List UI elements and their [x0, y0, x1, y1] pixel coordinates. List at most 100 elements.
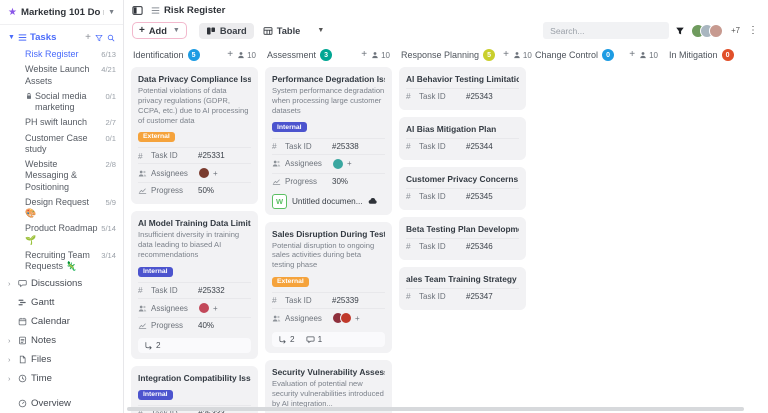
add-assignee-icon[interactable]: +	[213, 169, 218, 178]
sidebar-nav-item[interactable]: Calendar	[0, 312, 123, 331]
app-window: ★ Marketing 101 Do not delete ▼ ▼ Tasks …	[0, 0, 768, 413]
subtasks-indicator[interactable]: 2	[144, 341, 161, 350]
hash-icon: #	[406, 292, 419, 300]
task-card[interactable]: AI Bias Mitigation Plan # Task ID #25344	[399, 117, 526, 160]
task-card[interactable]: Beta Testing Plan Developmen # Task ID #…	[399, 217, 526, 260]
progress-chart-icon	[272, 177, 285, 186]
field-row-task-id: # Task ID #25339	[272, 292, 385, 308]
task-card[interactable]: ales Team Training Strategy # Task ID #2…	[399, 267, 526, 310]
more-options-icon[interactable]: ⋮	[746, 25, 760, 36]
task-card[interactable]: AI Model Training Data Limitations Insuf…	[131, 211, 258, 359]
add-task-list-icon[interactable]: +	[85, 33, 91, 43]
search-input[interactable]	[543, 22, 669, 39]
document-icon: W	[272, 194, 287, 209]
field-label: Task ID	[419, 292, 466, 301]
task-list-label: Design Request 🎨	[25, 197, 102, 220]
sidebar-toggle-icon[interactable]	[132, 5, 143, 16]
project-switcher[interactable]: ★ Marketing 101 Do not delete ▼	[0, 0, 123, 25]
card-description: System performance degradation when proc…	[272, 86, 385, 116]
column-members[interactable]: 10	[639, 51, 658, 60]
subtask-branch-icon	[144, 341, 153, 350]
member-avatars[interactable]	[691, 24, 723, 38]
sidebar-nav-item[interactable]: › Discussions	[0, 274, 123, 293]
views-more-chevron[interactable]: ▼	[313, 25, 328, 36]
people-icon	[138, 304, 151, 313]
field-row-assignees: Assignees +	[138, 298, 251, 317]
add-assignee-icon[interactable]: +	[355, 314, 360, 323]
add-card-icon[interactable]: +	[503, 50, 509, 60]
sidebar-task-list-item[interactable]: Social media marketing 0/1	[0, 89, 123, 116]
assignee-avatar[interactable]	[340, 312, 352, 324]
assignee-avatars[interactable]: +	[332, 158, 352, 170]
sidebar-nav-item[interactable]: › Files	[0, 350, 123, 369]
task-card[interactable]: Data Privacy Compliance Issues Potential…	[131, 67, 258, 204]
chevron-down-icon: ▼	[108, 9, 115, 16]
search-icon[interactable]	[107, 34, 115, 42]
assignee-avatar[interactable]	[198, 167, 210, 179]
sidebar-task-list-item[interactable]: Risk Register 6/13	[0, 47, 123, 62]
column-header: Response Planning 5 + 10	[399, 46, 526, 67]
assignee-avatars[interactable]: +	[332, 312, 360, 324]
assignee-avatar[interactable]	[198, 302, 210, 314]
add-card-icon[interactable]: +	[227, 50, 233, 60]
sidebar-nav-item[interactable]: Gantt	[0, 293, 123, 312]
sidebar-task-list-item[interactable]: Product Roadmap 🌱 5/14	[0, 221, 123, 248]
assignee-avatars[interactable]: +	[198, 167, 218, 179]
filter-icon[interactable]	[95, 34, 103, 42]
view-tab-label: Board	[220, 26, 247, 36]
task-list-label: Website Launch Assets	[25, 64, 98, 87]
horizontal-scrollbar[interactable]	[127, 407, 744, 411]
column-members[interactable]: 10	[237, 51, 256, 60]
add-assignee-icon[interactable]: +	[347, 159, 352, 168]
add-card-icon[interactable]: +	[629, 50, 635, 60]
task-list-label: Website Messaging & Positioning	[25, 159, 102, 193]
person-icon	[639, 51, 647, 59]
add-button[interactable]: + Add ▼	[132, 22, 187, 39]
sidebar-section-tasks[interactable]: ▼ Tasks +	[0, 25, 123, 47]
task-id-value: #25339	[332, 296, 359, 305]
sidebar-nav-item[interactable]: Overview	[0, 394, 123, 413]
filter-icon[interactable]	[675, 26, 685, 36]
field-label: Task ID	[419, 242, 466, 251]
attachment-name: Untitled documen...	[292, 197, 363, 206]
sidebar-nav-item[interactable]: › Time	[0, 369, 123, 388]
sidebar-task-list-item[interactable]: Design Request 🎨 5/9	[0, 195, 123, 222]
breadcrumb[interactable]: Risk Register	[151, 5, 225, 16]
sidebar-task-list-item[interactable]: Website Messaging & Positioning 2/8	[0, 157, 123, 195]
column-members[interactable]: 10	[371, 51, 390, 60]
task-card[interactable]: Security Vulnerability Assessment Evalua…	[265, 360, 392, 413]
column-count-badge: 0	[722, 49, 734, 61]
comments-indicator[interactable]: 1	[306, 335, 323, 344]
cloud-icon	[368, 197, 378, 205]
assignee-avatar[interactable]	[332, 158, 344, 170]
card-attachment[interactable]: W Untitled documen...	[272, 194, 385, 209]
add-card-icon[interactable]: +	[361, 50, 367, 60]
subtasks-indicator[interactable]: 2	[278, 335, 295, 344]
assignee-avatars[interactable]: +	[198, 302, 218, 314]
sidebar-task-list-item[interactable]: Customer Case study 0/1	[0, 131, 123, 158]
field-label: Task ID	[419, 92, 466, 101]
sidebar-task-list-item[interactable]: Recruiting Team Requests 🦎 3/14	[0, 248, 123, 275]
person-icon	[513, 51, 521, 59]
task-card[interactable]: Integration Compatibility Issues Interna…	[131, 366, 258, 413]
chevron-right-icon: ›	[8, 355, 14, 364]
task-card[interactable]: Customer Privacy Concerns Plan # Task ID…	[399, 167, 526, 210]
view-tab[interactable]: Table	[256, 23, 308, 39]
sidebar-task-list-item[interactable]: PH swift launch 2/7	[0, 115, 123, 130]
board-view-icon	[206, 26, 216, 36]
view-tab[interactable]: Board	[199, 23, 254, 39]
add-button-label: Add	[149, 26, 167, 36]
column-name: Assessment	[267, 50, 316, 60]
task-card[interactable]: Sales Disruption During Testing Potentia…	[265, 222, 392, 354]
sidebar-task-list-item[interactable]: Website Launch Assets 4/21	[0, 62, 123, 89]
field-row-task-id: # Task ID #25338	[272, 138, 385, 154]
task-card[interactable]: Performance Degradation Issues System pe…	[265, 67, 392, 215]
column-count-badge: 5	[483, 49, 495, 61]
hash-icon: #	[272, 296, 285, 304]
sidebar-nav-item[interactable]: › Notes	[0, 331, 123, 350]
task-card[interactable]: AI Behavior Testing Limitations # Task I…	[399, 67, 526, 110]
card-tag-badge: Internal	[138, 267, 173, 277]
add-assignee-icon[interactable]: +	[213, 304, 218, 313]
avatar[interactable]	[709, 24, 723, 38]
column-members[interactable]: 10	[513, 51, 532, 60]
